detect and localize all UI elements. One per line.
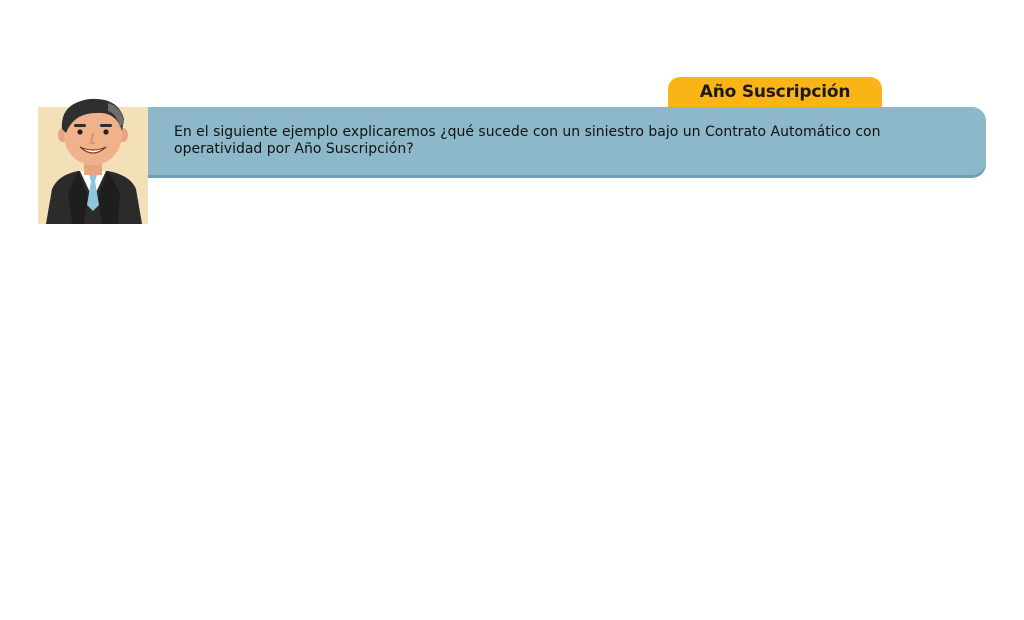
businessman-avatar-icon bbox=[38, 98, 148, 224]
section-tab-label: Año Suscripción bbox=[699, 82, 851, 102]
speech-bubble: En el siguiente ejemplo explicaremos ¿qu… bbox=[148, 107, 986, 175]
section-tab: Año Suscripción bbox=[668, 77, 882, 109]
speech-text: En el siguiente ejemplo explicaremos ¿qu… bbox=[174, 124, 881, 157]
page: Año Suscripción En el siguiente ejemplo … bbox=[0, 0, 1024, 620]
